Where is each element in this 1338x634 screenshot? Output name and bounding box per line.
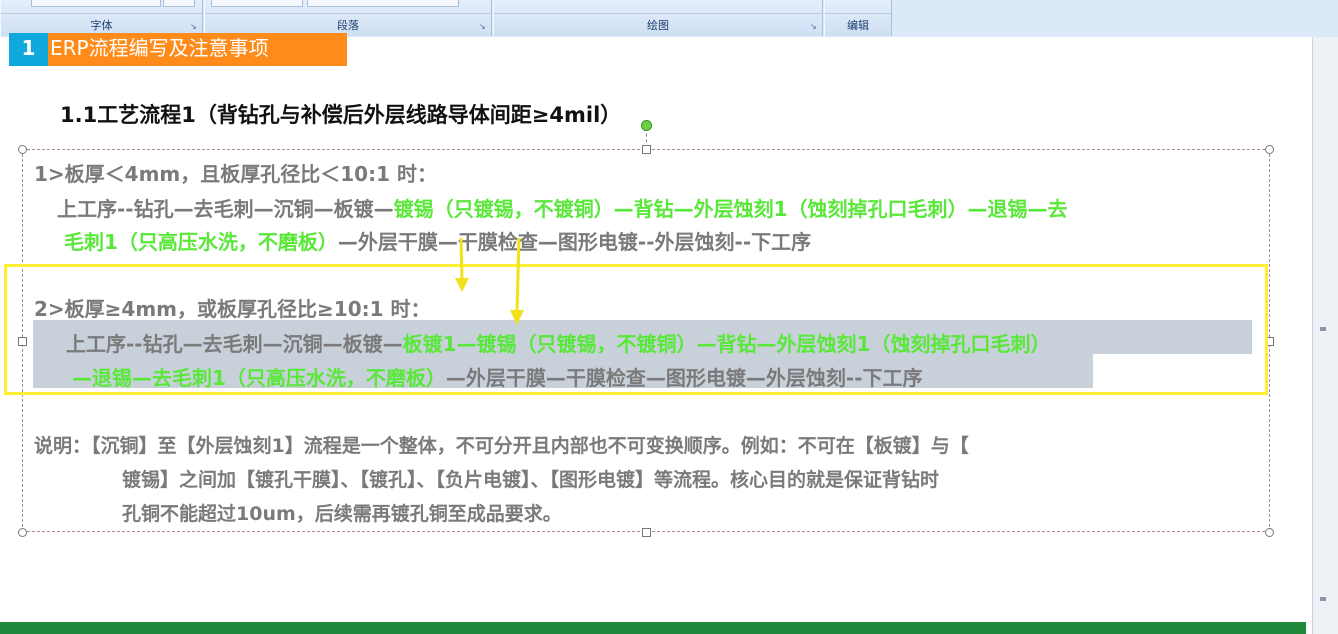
note-line1: 说明：【沉铜】至【外层蚀刻1】流程是一个整体，不可分开且内部也不可变换顺序。例如… — [34, 435, 969, 457]
note-line3: 孔铜不能超过10um，后续需再镀孔铜至成品要求。 — [122, 503, 562, 525]
arrow-head-1 — [455, 278, 469, 292]
note-line2: 镀锡】之间加【镀孔干膜】、【镀孔】、【负片电镀】、【图形电镀】等流程。核心目的就… — [122, 469, 940, 491]
arrow-line-1 — [459, 237, 464, 281]
arrow-head-2 — [510, 310, 524, 325]
arrow-line-2 — [515, 237, 521, 313]
annotation-arrows — [455, 237, 524, 325]
